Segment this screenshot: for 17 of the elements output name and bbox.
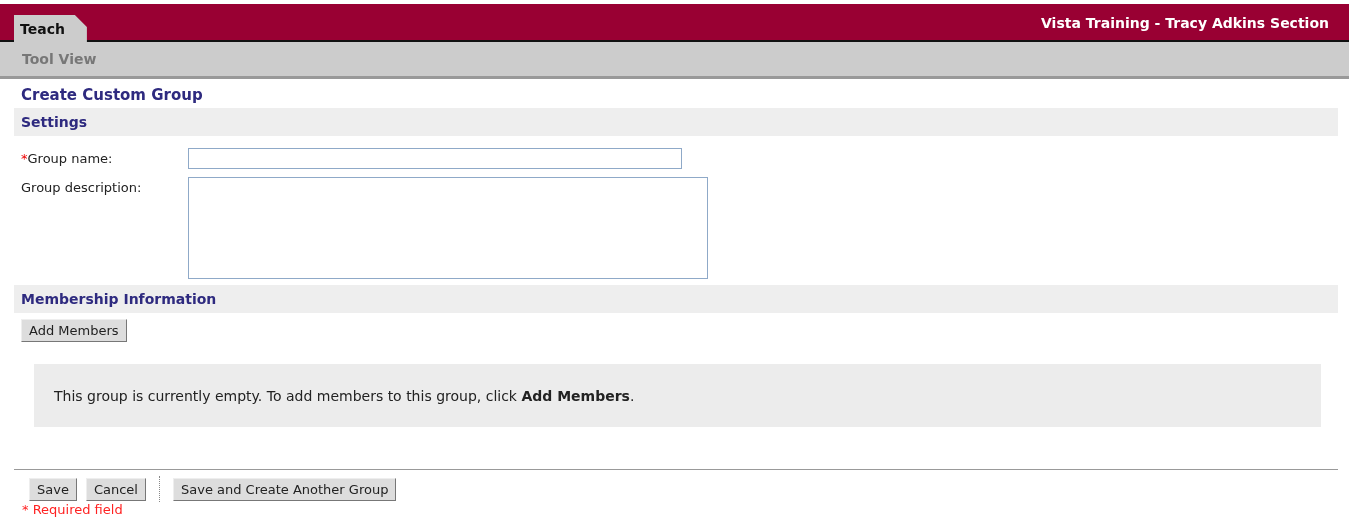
required-field-note: * Required field bbox=[22, 502, 123, 517]
section-heading: Membership Information bbox=[14, 285, 1338, 313]
tool-view-label: Tool View bbox=[22, 51, 97, 67]
page-title: Create Custom Group bbox=[21, 86, 203, 104]
section-title: Vista Training - Tracy Adkins Section bbox=[1041, 15, 1330, 33]
action-button[interactable]: Cancel bbox=[85, 477, 146, 501]
add-members-button[interactable]: Add Members bbox=[21, 319, 127, 342]
group-name-field[interactable] bbox=[188, 148, 682, 169]
section-heading: Settings bbox=[14, 108, 1338, 136]
empty-message: This group is currently empty. To add members to this group, click Add Members. bbox=[54, 387, 635, 404]
group-description-field[interactable] bbox=[188, 177, 708, 279]
field-label: Group name: bbox=[27, 151, 113, 166]
tab[interactable]: Teach bbox=[14, 15, 87, 42]
field-label: Group description: bbox=[21, 180, 142, 195]
required-mark: * bbox=[21, 151, 28, 166]
action-button[interactable]: Save and Create Another Group bbox=[172, 477, 397, 501]
action-button[interactable]: Save bbox=[29, 477, 77, 501]
